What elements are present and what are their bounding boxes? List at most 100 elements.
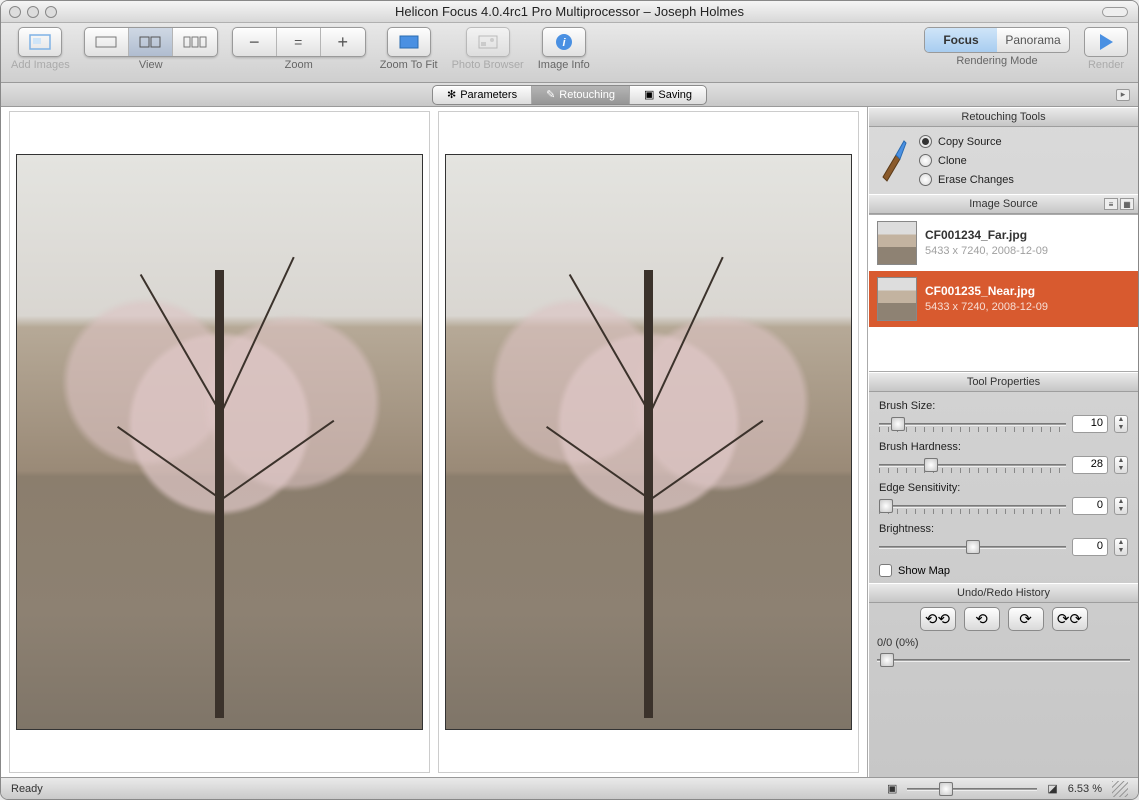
redo-all-button[interactable]: ⟳⟳: [1052, 607, 1088, 631]
edge-sensitivity-value[interactable]: 0: [1072, 497, 1108, 515]
zoom-to-fit-button[interactable]: [387, 27, 431, 57]
brush-hardness-slider[interactable]: [879, 456, 1066, 474]
view-three-icon: [183, 36, 207, 48]
tool-properties-header: Tool Properties: [869, 372, 1138, 392]
minimize-window-button[interactable]: [27, 6, 39, 18]
mode-focus-button[interactable]: Focus: [925, 28, 997, 52]
actual-size-icon[interactable]: ◪: [1047, 782, 1057, 795]
brightness-stepper[interactable]: ▲▼: [1114, 538, 1128, 556]
source-list-view-button[interactable]: ≡: [1104, 198, 1118, 210]
source-view-buttons: ≡ ▦: [1104, 198, 1134, 210]
add-images-button[interactable]: [18, 27, 62, 57]
zoom-to-fit-label: Zoom To Fit: [380, 59, 438, 71]
retouching-tools-area: Copy Source Clone Erase Changes: [869, 127, 1138, 194]
photo-browser-group: Photo Browser: [452, 27, 524, 71]
source-thumb: [877, 221, 917, 265]
view-split-button[interactable]: [129, 28, 173, 56]
brush-size-stepper[interactable]: ▲▼: [1114, 415, 1128, 433]
titlebar: Helicon Focus 4.0.4rc1 Pro Multiprocesso…: [1, 1, 1138, 23]
tab-saving[interactable]: ▣ Saving: [630, 86, 706, 104]
brush-hardness-value[interactable]: 28: [1072, 456, 1108, 474]
add-images-label: Add Images: [11, 59, 70, 71]
fit-indicator-icon[interactable]: ▣: [887, 782, 897, 795]
tool-clone[interactable]: Clone: [919, 154, 1014, 167]
rendering-mode-group: Focus Panorama Rendering Mode: [924, 27, 1070, 67]
tool-erase[interactable]: Erase Changes: [919, 173, 1014, 186]
view-single-icon: [95, 36, 117, 48]
tab-parameters-label: Parameters: [460, 89, 517, 101]
content-area: Retouching Tools Copy Source Clone Erase…: [1, 107, 1138, 777]
zoom-label: Zoom: [285, 59, 313, 71]
render-group: Render: [1084, 27, 1128, 71]
zoom-out-button[interactable]: −: [233, 28, 277, 56]
view-single-button[interactable]: [85, 28, 129, 56]
view-label: View: [139, 59, 163, 71]
source-item[interactable]: CF001235_Near.jpg5433 x 7240, 2008-12-09: [869, 271, 1138, 327]
edge-sensitivity-stepper[interactable]: ▲▼: [1114, 497, 1128, 515]
source-meta: 5433 x 7240, 2008-12-09: [925, 300, 1048, 314]
zoom-segmented: − = +: [232, 27, 366, 57]
close-window-button[interactable]: [9, 6, 21, 18]
viewer-area: [1, 107, 868, 777]
add-images-group: Add Images: [11, 27, 70, 71]
brightness-value[interactable]: 0: [1072, 538, 1108, 556]
brush-size-slider[interactable]: [879, 415, 1066, 433]
image-info-button[interactable]: i: [542, 27, 586, 57]
brush-tool-icon: [875, 133, 911, 185]
edge-sensitivity-slider[interactable]: [879, 497, 1066, 515]
zoom-percent: 6.53 %: [1068, 783, 1102, 795]
source-thumb-view-button[interactable]: ▦: [1120, 198, 1134, 210]
source-item[interactable]: CF001234_Far.jpg5433 x 7240, 2008-12-09: [869, 215, 1138, 271]
tab-parameters[interactable]: ✻ Parameters: [433, 86, 532, 104]
photo-browser-label: Photo Browser: [452, 59, 524, 71]
source-panel[interactable]: [9, 111, 430, 773]
history-slider[interactable]: [877, 651, 1130, 667]
brush-hardness-label: Brush Hardness:: [879, 441, 1128, 453]
mode-tabs: ✻ Parameters ✎ Retouching ▣ Saving: [432, 85, 707, 105]
brush-hardness-stepper[interactable]: ▲▼: [1114, 456, 1128, 474]
render-label: Render: [1088, 59, 1124, 71]
view-three-button[interactable]: [173, 28, 217, 56]
render-button[interactable]: [1084, 27, 1128, 57]
browser-icon: [478, 35, 498, 49]
output-panel[interactable]: [438, 111, 859, 773]
history-position: 0/0 (0%): [877, 637, 1130, 649]
mode-panorama-button[interactable]: Panorama: [997, 28, 1069, 52]
source-image: [16, 154, 423, 730]
info-icon: i: [555, 33, 573, 51]
zoom-window-button[interactable]: [45, 6, 57, 18]
tool-properties: Brush Size: 10 ▲▼ Brush Hardness: 28 ▲▼: [869, 392, 1138, 562]
redo-button[interactable]: ⟳: [1008, 607, 1044, 631]
view-split-icon: [139, 36, 161, 48]
source-thumb: [877, 277, 917, 321]
undo-button[interactable]: ⟲: [964, 607, 1000, 631]
undo-all-button[interactable]: ⟲⟲: [920, 607, 956, 631]
tab-retouching-label: Retouching: [559, 89, 615, 101]
image-source-header: Image Source ≡ ▦: [869, 194, 1138, 214]
status-bar: Ready ▣ ◪ 6.53 %: [1, 777, 1138, 799]
undo-redo-area: ⟲⟲ ⟲ ⟳ ⟳⟳ 0/0 (0%): [869, 603, 1138, 675]
fit-icon: [399, 35, 419, 49]
view-group: View: [84, 27, 218, 71]
gear-icon: ✻: [447, 88, 456, 101]
resize-grip[interactable]: [1112, 781, 1128, 797]
radio-icon: [919, 173, 932, 186]
toolbar-toggle-button[interactable]: [1102, 7, 1128, 17]
brightness-slider[interactable]: [879, 538, 1066, 556]
show-map-checkbox[interactable]: Show Map: [869, 562, 1138, 583]
zoom-actual-button[interactable]: =: [277, 28, 321, 56]
tab-retouching[interactable]: ✎ Retouching: [532, 86, 630, 104]
brush-size-value[interactable]: 10: [1072, 415, 1108, 433]
main-toolbar: Add Images View − = + Zoom Zoom To Fit: [1, 23, 1138, 83]
photo-browser-button[interactable]: [466, 27, 510, 57]
radio-icon: [919, 135, 932, 148]
panel-toggle-button[interactable]: ▸: [1116, 89, 1130, 101]
brush-size-label: Brush Size:: [879, 400, 1128, 412]
rendering-mode-label: Rendering Mode: [956, 55, 1037, 67]
rendering-mode-segmented: Focus Panorama: [924, 27, 1070, 53]
zoom-slider[interactable]: [907, 782, 1037, 796]
image-info-group: i Image Info: [538, 27, 590, 71]
tool-copy-source[interactable]: Copy Source: [919, 135, 1014, 148]
image-source-list: CF001234_Far.jpg5433 x 7240, 2008-12-09 …: [869, 214, 1138, 372]
zoom-in-button[interactable]: +: [321, 28, 365, 56]
